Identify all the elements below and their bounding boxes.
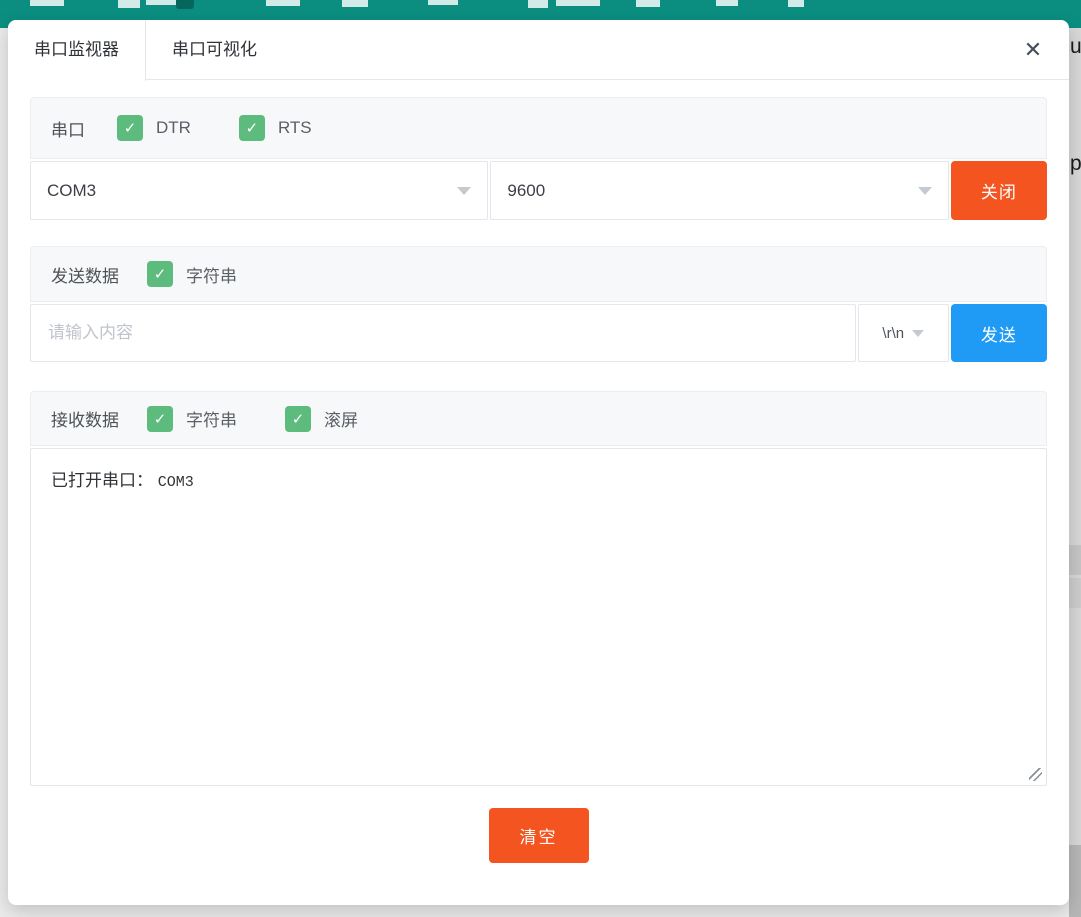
close-port-button[interactable]: 关闭	[951, 161, 1047, 220]
background-text-fragment: u	[1070, 36, 1081, 57]
serial-section-header: 串口 ✓ DTR ✓ RTS	[30, 97, 1047, 159]
line-ending-value: \r\n	[882, 325, 904, 342]
tab-serial-monitor[interactable]: 串口监视器	[8, 20, 146, 81]
dtr-label: DTR	[156, 118, 191, 138]
receive-log-textarea[interactable]: 已打开串口： COM3	[30, 448, 1047, 786]
background-block	[1069, 845, 1081, 917]
line-ending-select[interactable]: \r\n	[858, 304, 949, 362]
tab-serial-visualizer[interactable]: 串口可视化	[146, 20, 283, 80]
autoscroll-checkbox[interactable]: ✓	[285, 406, 311, 432]
background-text-fragment: p	[1070, 153, 1081, 174]
baud-select-value: 9600	[507, 181, 545, 201]
toolbar-fragment	[788, 0, 804, 7]
clear-button[interactable]: 清空	[489, 808, 589, 863]
toolbar-fragment	[528, 0, 548, 8]
chevron-down-icon	[918, 187, 932, 195]
chevron-down-icon	[457, 187, 471, 195]
toolbar-fragment	[342, 0, 368, 7]
chevron-down-icon	[912, 330, 924, 337]
port-select-value: COM3	[47, 181, 96, 201]
serial-section-title: 串口	[51, 116, 85, 141]
send-string-checkbox[interactable]: ✓	[147, 261, 173, 287]
background-block	[1069, 545, 1081, 575]
dialog-content: 串口 ✓ DTR ✓ RTS COM3 9600 关闭	[8, 97, 1069, 863]
dtr-checkbox[interactable]: ✓	[117, 115, 143, 141]
baud-select[interactable]: 9600	[490, 161, 948, 220]
autoscroll-label: 滚屏	[324, 406, 358, 431]
background-block	[1069, 578, 1081, 608]
receive-section-header: 接收数据 ✓ 字符串 ✓ 滚屏	[30, 391, 1047, 446]
close-icon[interactable]: ✕	[1019, 36, 1047, 64]
receive-string-label: 字符串	[186, 406, 237, 431]
send-row: \r\n 发送	[30, 304, 1047, 362]
log-port-value: COM3	[158, 474, 194, 491]
toolbar-fragment	[716, 0, 738, 6]
receive-string-checkbox[interactable]: ✓	[147, 406, 173, 432]
send-string-label: 字符串	[186, 262, 237, 287]
serial-port-row: COM3 9600 关闭	[30, 161, 1047, 220]
send-section-header: 发送数据 ✓ 字符串	[30, 246, 1047, 302]
rts-label: RTS	[278, 118, 312, 138]
send-input[interactable]	[30, 304, 856, 362]
toolbar-fragment	[266, 0, 300, 6]
rts-checkbox[interactable]: ✓	[239, 115, 265, 141]
serial-monitor-dialog: 串口监视器 串口可视化 ✕ 串口 ✓ DTR ✓ RTS COM3	[8, 20, 1069, 905]
log-message: 已打开串口：	[51, 471, 158, 490]
receive-section-title: 接收数据	[51, 406, 119, 431]
port-select[interactable]: COM3	[30, 161, 488, 220]
send-section-title: 发送数据	[51, 262, 119, 287]
resize-handle-icon[interactable]	[1029, 768, 1042, 781]
toolbar-fragment	[146, 0, 176, 5]
toolbar-fragment	[30, 0, 64, 6]
toolbar-fragment	[428, 0, 458, 5]
toolbar-fragment	[176, 0, 194, 9]
receive-row: 已打开串口： COM3	[30, 448, 1047, 786]
screen: u p 串口监视器 串口可视化 ✕ 串口 ✓ DTR ✓ RTS COM3	[0, 0, 1081, 917]
toolbar-fragment	[556, 0, 600, 6]
send-button[interactable]: 发送	[951, 304, 1047, 362]
toolbar-fragment	[118, 0, 140, 8]
dialog-tabs: 串口监视器 串口可视化	[8, 20, 1069, 80]
toolbar-fragment	[636, 0, 660, 7]
